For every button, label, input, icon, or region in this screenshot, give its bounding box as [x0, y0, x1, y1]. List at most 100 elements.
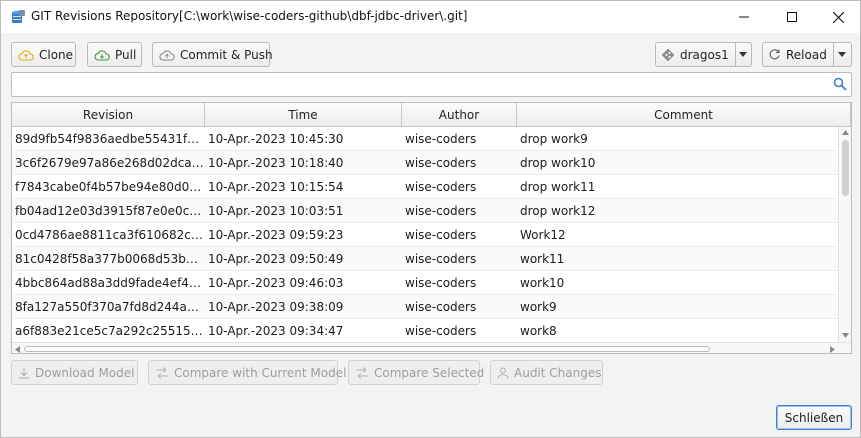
table-row[interactable]: fb04ad12e03d3915f87e0e0c75f6...10-Apr.-2… — [12, 199, 838, 223]
cell-comment: work9 — [520, 300, 557, 314]
chevron-down-icon — [739, 52, 748, 57]
audit-changes-button[interactable]: Audit Changes — [490, 360, 603, 385]
audit-changes-label: Audit Changes — [514, 365, 602, 380]
cell-author: wise-coders — [405, 252, 477, 266]
reload-label: Reload — [786, 47, 827, 62]
table-row[interactable]: 81c0428f58a377b0068d53be8f96...10-Apr.-2… — [12, 247, 838, 271]
revisions-table: Revision Time Author Comment 89d9fb54f98… — [11, 102, 852, 354]
cell-comment: drop work9 — [520, 132, 588, 146]
scroll-up-icon[interactable] — [842, 130, 849, 135]
download-icon — [18, 367, 30, 379]
cell-revision: 0cd4786ae8811ca3f610682cd080... — [15, 228, 205, 242]
clone-label: Clone — [39, 47, 74, 62]
column-header-author[interactable]: Author — [402, 103, 517, 127]
cell-revision: 4bbc864ad88a3dd9fade4ef403d... — [15, 276, 205, 290]
cell-revision: fb04ad12e03d3915f87e0e0c75f6... — [15, 204, 205, 218]
git-branch-icon — [661, 48, 675, 62]
cell-comment: Work12 — [520, 228, 566, 242]
table-row[interactable]: 4bbc864ad88a3dd9fade4ef403d... 10-Apr.-20… — [12, 271, 838, 295]
cell-comment: drop work10 — [520, 156, 596, 170]
download-model-button[interactable]: Download Model — [11, 360, 138, 385]
search-box — [11, 72, 852, 97]
cell-comment: drop work12 — [520, 204, 596, 218]
refresh-icon — [768, 48, 781, 61]
reload-dropdown-toggle[interactable] — [834, 43, 851, 66]
vertical-scroll-thumb[interactable] — [842, 140, 849, 196]
cell-author: wise-coders — [405, 324, 477, 338]
branch-dropdown-toggle[interactable] — [736, 43, 751, 66]
scroll-right-icon[interactable] — [830, 346, 835, 353]
audit-person-icon — [497, 367, 509, 379]
cloud-upload-icon — [18, 49, 34, 61]
cell-time: 10-Apr.-2023 09:46:03 — [208, 276, 344, 290]
compare-selected-button[interactable]: Compare Selected — [348, 360, 484, 385]
branch-selector-main[interactable]: dragos1 — [656, 43, 736, 66]
cell-author: wise-coders — [405, 180, 477, 194]
table-body: 89d9fb54f9836aedbe55431fda05...10-Apr.-2… — [12, 127, 838, 343]
cell-revision: 81c0428f58a377b0068d53be8f96... — [15, 252, 205, 266]
cell-comment: drop work11 — [520, 180, 596, 194]
cell-comment: work11 — [520, 252, 565, 266]
cell-comment: work10 — [520, 276, 565, 290]
scroll-left-icon[interactable] — [15, 346, 20, 353]
cell-revision: 89d9fb54f9836aedbe55431fda05... — [15, 132, 205, 146]
cell-author: wise-coders — [405, 276, 477, 290]
cloud-commit-icon — [159, 49, 175, 61]
cell-time: 10-Apr.-2023 10:45:30 — [208, 132, 344, 146]
dialog-window: GIT Revisions Repository[C:\work\wise-co… — [0, 0, 861, 438]
close-icon — [832, 11, 844, 23]
cell-revision: 8fa127a550f370a7fd8d244adeb9... — [15, 300, 205, 314]
cell-time: 10-Apr.-2023 09:34:47 — [208, 324, 344, 338]
table-header: Revision Time Author Comment — [12, 103, 851, 127]
compare-icon — [155, 366, 169, 379]
clone-button[interactable]: Clone — [11, 42, 76, 67]
column-header-comment[interactable]: Comment — [517, 103, 851, 127]
scroll-down-icon[interactable] — [842, 333, 849, 338]
window-title: GIT Revisions Repository[C:\work\wise-co… — [31, 9, 468, 23]
window-close-button[interactable] — [815, 1, 861, 33]
branch-label: dragos1 — [680, 47, 729, 62]
cell-author: wise-coders — [405, 228, 477, 242]
cell-revision: 3c6f2679e97a86e268d02dca2513... — [15, 156, 205, 170]
table-row[interactable]: 8fa127a550f370a7fd8d244adeb9...10-Apr.-2… — [12, 295, 838, 319]
cell-author: wise-coders — [405, 204, 477, 218]
commit-push-label: Commit & Push — [180, 47, 273, 62]
compare-icon — [355, 366, 369, 379]
table-row[interactable]: f7843cabe0f4b57be94e80d04387...10-Apr.-2… — [12, 175, 838, 199]
branch-selector[interactable]: dragos1 — [655, 42, 752, 67]
table-row[interactable]: 0cd4786ae8811ca3f610682cd080...10-Apr.-2… — [12, 223, 838, 247]
cell-author: wise-coders — [405, 132, 477, 146]
cloud-download-icon — [94, 49, 110, 61]
pull-button[interactable]: Pull — [87, 42, 142, 67]
table-row[interactable]: a6f883e21ce5c7a292c2551584da...10-Apr.-2… — [12, 319, 838, 343]
search-input[interactable] — [12, 73, 822, 96]
commit-push-button[interactable]: Commit & Push — [152, 42, 273, 67]
column-header-revision[interactable]: Revision — [12, 103, 205, 127]
vertical-scrollbar[interactable] — [838, 127, 851, 342]
download-model-label: Download Model — [35, 365, 135, 380]
cell-comment: work8 — [520, 324, 557, 338]
cell-time: 10-Apr.-2023 09:50:49 — [208, 252, 344, 266]
search-icon[interactable] — [833, 77, 847, 94]
column-header-time[interactable]: Time — [205, 103, 402, 127]
cell-time: 10-Apr.-2023 09:59:23 — [208, 228, 344, 242]
reload-button[interactable]: Reload — [763, 43, 834, 66]
maximize-button[interactable] — [769, 1, 815, 33]
app-database-icon — [12, 10, 25, 23]
compare-current-model-button[interactable]: Compare with Current Model — [148, 360, 346, 385]
minimize-button[interactable] — [721, 1, 767, 33]
cell-time: 10-Apr.-2023 10:15:54 — [208, 180, 344, 194]
cell-author: wise-coders — [405, 300, 477, 314]
minimize-icon — [739, 16, 749, 18]
cell-time: 10-Apr.-2023 10:03:51 — [208, 204, 344, 218]
table-row[interactable]: 89d9fb54f9836aedbe55431fda05...10-Apr.-2… — [12, 127, 838, 151]
close-dialog-button[interactable]: Schließen — [776, 405, 852, 430]
reload-split-button[interactable]: Reload — [762, 42, 852, 67]
maximize-icon — [787, 12, 797, 22]
horizontal-scroll-thumb[interactable] — [24, 346, 710, 352]
compare-current-label: Compare with Current Model — [174, 365, 347, 380]
cell-revision: a6f883e21ce5c7a292c2551584da... — [15, 324, 205, 338]
chevron-down-icon — [838, 52, 847, 57]
table-row[interactable]: 3c6f2679e97a86e268d02dca2513...10-Apr.-2… — [12, 151, 838, 175]
horizontal-scrollbar[interactable] — [12, 342, 851, 353]
